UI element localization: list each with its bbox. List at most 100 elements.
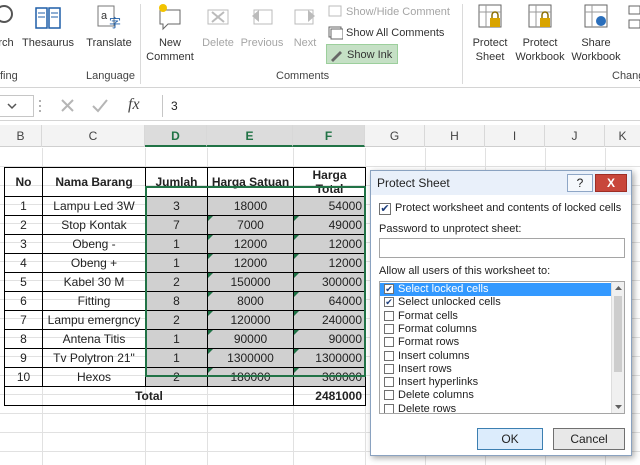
check-icon[interactable] — [90, 97, 110, 115]
table-cell[interactable]: Fitting — [42, 291, 146, 311]
permission-item[interactable]: Delete rows — [380, 403, 612, 413]
header-cell[interactable]: Harga Satuan — [207, 167, 294, 197]
table-cell[interactable]: 1300000 — [293, 348, 366, 368]
show-hide-comment-button[interactable]: Show/Hide Comment — [326, 2, 450, 22]
table-cell[interactable]: 10 — [4, 367, 43, 387]
new-comment-button[interactable]: New Comment — [142, 2, 198, 64]
protect-workbook-button[interactable]: Protect Workbook — [512, 2, 568, 64]
table-cell[interactable]: 9 — [4, 348, 43, 368]
table-cell[interactable]: 12000 — [207, 253, 294, 273]
permission-checkbox[interactable]: ✔ — [384, 297, 394, 308]
table-cell[interactable]: Antena Titis — [42, 329, 146, 349]
table-cell[interactable]: Lampu emergncy — [42, 310, 146, 330]
thesaurus-button[interactable]: Thesaurus — [20, 2, 76, 50]
table-cell[interactable]: Lampu Led 3W — [42, 196, 146, 216]
table-cell[interactable]: 360000 — [293, 367, 366, 387]
table-cell[interactable]: 4 — [4, 253, 43, 273]
table-cell[interactable]: 18000 — [207, 196, 294, 216]
table-cell[interactable]: 3 — [4, 234, 43, 254]
permission-checkbox[interactable] — [384, 363, 394, 374]
scroll-down-icon[interactable] — [614, 403, 623, 411]
show-all-comments-button[interactable]: Show All Comments — [326, 23, 444, 43]
table-cell[interactable]: 7 — [4, 310, 43, 330]
table-cell[interactable]: Stop Kontak — [42, 215, 146, 235]
table-cell[interactable]: 7000 — [207, 215, 294, 235]
share-workbook-button[interactable]: Share Workbook — [568, 2, 624, 64]
column-header[interactable]: C — [42, 125, 145, 147]
table-cell[interactable]: 1 — [4, 196, 43, 216]
column-header[interactable]: J — [545, 125, 605, 147]
permissions-list[interactable]: ✔ Select locked cells ✔ Select unlocked cel… — [379, 281, 625, 414]
name-box[interactable] — [0, 95, 34, 117]
next-comment-button[interactable]: Next — [288, 2, 322, 50]
table-cell[interactable]: 1 — [145, 348, 208, 368]
table-cell[interactable]: 180000 — [207, 367, 294, 387]
table-cell[interactable]: 8 — [4, 329, 43, 349]
permissions-scrollbar[interactable] — [611, 282, 624, 413]
table-cell[interactable]: Kabel 30 M — [42, 272, 146, 292]
scrollbar-thumb[interactable] — [614, 296, 622, 372]
insert-function-icon[interactable]: fx — [128, 96, 140, 114]
table-cell[interactable]: 90000 — [207, 329, 294, 349]
protect-checkbox[interactable]: ✔ — [379, 203, 391, 215]
scroll-up-icon[interactable] — [614, 284, 623, 292]
previous-comment-button[interactable]: Previous — [238, 2, 286, 50]
table-cell[interactable]: 2 — [145, 310, 208, 330]
table-cell[interactable]: 300000 — [293, 272, 366, 292]
show-ink-button[interactable]: Show Ink — [326, 44, 398, 64]
table-cell[interactable]: 7 — [145, 215, 208, 235]
formula-input[interactable]: 3 — [162, 95, 640, 117]
column-header[interactable]: H — [425, 125, 485, 147]
table-cell[interactable]: 49000 — [293, 215, 366, 235]
help-button[interactable]: ? — [567, 174, 593, 192]
permission-checkbox[interactable] — [384, 310, 394, 321]
table-cell[interactable]: 1 — [145, 234, 208, 254]
table-cell[interactable]: Tv Polytron 21" — [42, 348, 146, 368]
drag-handle-icon[interactable] — [38, 99, 42, 113]
header-cell[interactable]: No — [4, 167, 43, 197]
permission-item[interactable]: Insert hyperlinks — [380, 376, 612, 389]
column-header[interactable]: E — [207, 125, 293, 147]
table-cell[interactable]: 3 — [145, 196, 208, 216]
column-header[interactable]: K — [605, 125, 640, 147]
table-cell[interactable]: 1 — [145, 253, 208, 273]
permission-checkbox[interactable] — [384, 377, 394, 388]
permission-checkbox[interactable] — [384, 350, 394, 361]
table-cell[interactable]: 5 — [4, 272, 43, 292]
table-cell[interactable]: 54000 — [293, 196, 366, 216]
total-label[interactable]: Total — [4, 386, 294, 406]
header-cell[interactable]: Harga Total — [293, 167, 366, 197]
translate-button[interactable]: a字 Translate — [82, 2, 136, 50]
table-cell[interactable]: 12000 — [207, 234, 294, 254]
table-cell[interactable]: 2 — [4, 215, 43, 235]
table-cell[interactable]: 240000 — [293, 310, 366, 330]
permission-item[interactable]: Insert columns — [380, 350, 612, 363]
ok-button[interactable]: OK — [477, 428, 543, 450]
column-header[interactable]: I — [485, 125, 545, 147]
table-cell[interactable]: 6 — [4, 291, 43, 311]
permission-item[interactable]: Insert rows — [380, 363, 612, 376]
column-header[interactable]: B — [0, 125, 42, 147]
table-cell[interactable]: 12000 — [293, 234, 366, 254]
cancel-button[interactable]: Cancel — [553, 428, 625, 450]
table-cell[interactable]: 8 — [145, 291, 208, 311]
delete-comment-button[interactable]: Delete — [198, 2, 238, 50]
permission-item[interactable]: Format columns — [380, 323, 612, 336]
permission-item[interactable]: ✔ Select locked cells — [380, 283, 612, 296]
password-input[interactable] — [379, 238, 625, 258]
column-header[interactable]: D — [145, 125, 207, 147]
table-cell[interactable]: Obeng + — [42, 253, 146, 273]
research-button[interactable]: rch — [0, 2, 18, 50]
chevron-down-icon[interactable] — [0, 96, 30, 116]
column-header[interactable]: G — [365, 125, 425, 147]
table-cell[interactable]: 8000 — [207, 291, 294, 311]
column-header[interactable]: F — [293, 125, 365, 147]
permission-item[interactable]: Delete columns — [380, 389, 612, 402]
table-cell[interactable]: 12000 — [293, 253, 366, 273]
table-cell[interactable]: 1 — [145, 329, 208, 349]
table-cell[interactable]: 150000 — [207, 272, 294, 292]
header-cell[interactable]: Jumlah — [145, 167, 208, 197]
table-cell[interactable]: 2 — [145, 367, 208, 387]
permission-item[interactable]: Format cells — [380, 310, 612, 323]
table-cell[interactable]: 2 — [145, 272, 208, 292]
